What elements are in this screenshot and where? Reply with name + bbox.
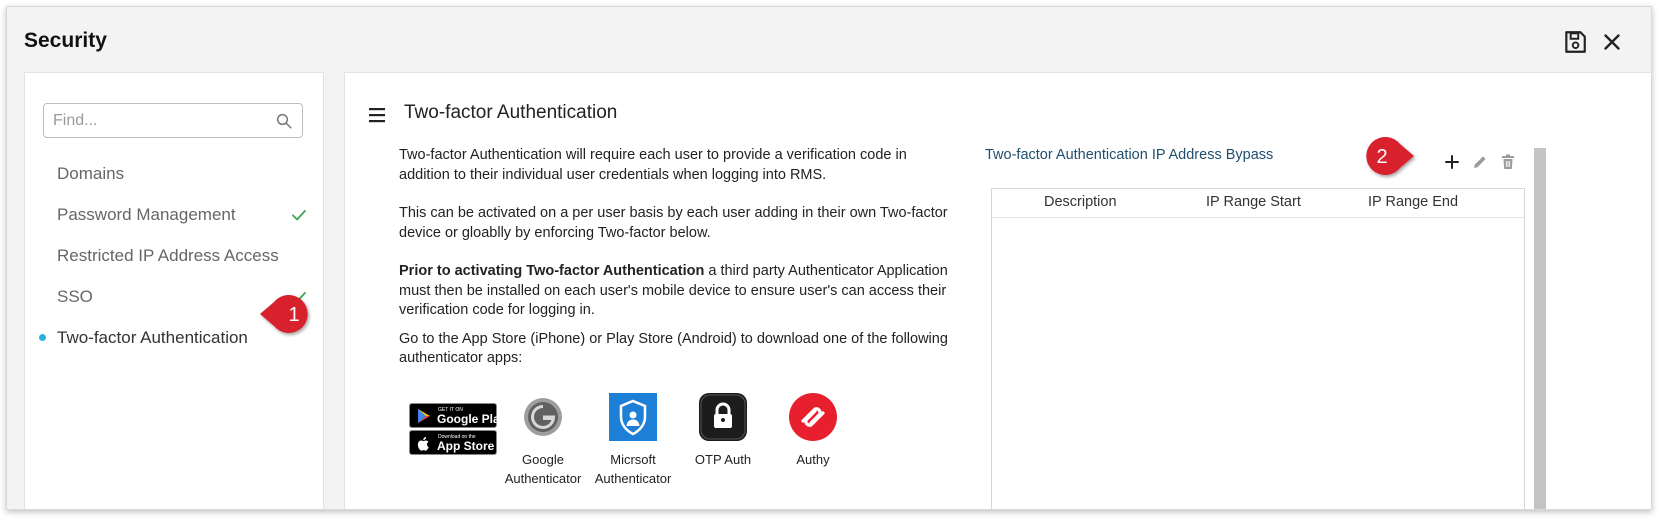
sidebar-item-label: Restricted IP Address Access xyxy=(57,246,279,265)
sidebar-item-domains[interactable]: Domains xyxy=(25,153,323,194)
microsoft-authenticator-icon xyxy=(609,393,657,441)
section-title: Two-factor Authentication xyxy=(404,102,618,123)
callout-number: 1 xyxy=(288,304,299,326)
app-store-badge[interactable]: Download on the App Store xyxy=(409,430,497,455)
google-authenticator-icon xyxy=(524,398,562,436)
sidebar-item-label: Two-factor Authentication xyxy=(57,328,248,347)
save-button[interactable] xyxy=(1562,29,1588,55)
ip-bypass-title: Two-factor Authentication IP Address Byp… xyxy=(985,147,1274,163)
pencil-icon xyxy=(1474,156,1486,168)
column-header-ip-range-end[interactable]: IP Range End xyxy=(1368,194,1458,210)
app-name: Authy xyxy=(796,452,830,467)
plus-icon xyxy=(1445,155,1459,169)
app-name: OTP Auth xyxy=(694,452,752,467)
add-button[interactable] xyxy=(1443,153,1461,171)
sidebar-item-password-management[interactable]: Password Management xyxy=(25,194,323,235)
authy-icon xyxy=(789,393,837,441)
callout-number: 2 xyxy=(1376,146,1387,168)
description-paragraph: Prior to activating Two-factor Authentic… xyxy=(399,262,959,321)
delete-button[interactable] xyxy=(1499,153,1517,171)
app-authy[interactable]: Authy xyxy=(768,393,858,469)
save-icon xyxy=(1565,31,1586,53)
sidebar-item-label: Domains xyxy=(57,164,125,183)
column-header-description[interactable]: Description xyxy=(1044,194,1117,210)
sidebar-item-label: Password Management xyxy=(57,205,236,224)
app-google-authenticator[interactable]: Google Authenticator xyxy=(498,393,588,488)
search-input[interactable] xyxy=(44,104,264,137)
two-factor-description: Two-factor Authentication will require e… xyxy=(399,146,959,388)
sidebar-item-restricted-ip-address-access[interactable]: Restricted IP Address Access xyxy=(25,235,323,276)
app-otp-auth[interactable]: OTP Auth xyxy=(678,393,768,469)
badge-big-text: App Store xyxy=(437,439,495,453)
active-indicator-dot xyxy=(39,334,46,341)
title-bar: Security xyxy=(7,7,1651,71)
hamburger-menu-icon[interactable] xyxy=(368,106,388,124)
sidebar-item-label: SSO xyxy=(57,287,93,306)
badge-big-text: Google Play xyxy=(437,412,507,426)
app-microsoft-authenticator[interactable]: Micrsoft Authenticator xyxy=(588,393,678,488)
trash-icon xyxy=(1502,154,1514,169)
description-paragraph: Go to the App Store (iPhone) or Play Sto… xyxy=(399,330,948,367)
close-icon xyxy=(1604,34,1620,50)
apple-icon xyxy=(417,436,429,451)
vertical-scrollbar[interactable] xyxy=(1534,148,1546,509)
search-icon[interactable] xyxy=(275,112,293,130)
security-window: Security Domains xyxy=(6,6,1652,510)
callout-badge-2: 2 xyxy=(1360,135,1414,177)
close-button[interactable] xyxy=(1599,29,1625,55)
app-name: Authenticator xyxy=(594,471,672,486)
check-icon xyxy=(292,209,306,221)
table-header: Description IP Range Start IP Range End xyxy=(992,189,1524,218)
sidebar: Domains Password Management Restricted I… xyxy=(24,72,324,509)
description-paragraph: This can be activated on a per user basi… xyxy=(399,205,948,241)
authenticator-apps: GET IT ON Google Play Download on the Ap… xyxy=(399,393,959,503)
app-name: Micrsoft xyxy=(610,452,656,467)
ip-bypass-table: Description IP Range Start IP Range End xyxy=(991,188,1525,509)
app-name: Google xyxy=(522,452,564,467)
otp-auth-lock-icon xyxy=(699,393,747,441)
find-box xyxy=(43,103,303,138)
main-panel: Two-factor Authentication Two-factor Aut… xyxy=(344,72,1651,509)
column-header-ip-range-start[interactable]: IP Range Start xyxy=(1206,194,1301,210)
description-paragraph: Two-factor Authentication will require e… xyxy=(399,147,907,183)
window-title: Security xyxy=(24,29,107,52)
google-play-icon xyxy=(418,409,430,423)
bold-text: Prior to activating Two-factor Authentic… xyxy=(399,263,705,279)
callout-badge-1: 1 xyxy=(260,293,314,335)
app-name: Authenticator xyxy=(504,471,582,486)
edit-button[interactable] xyxy=(1471,153,1489,171)
google-play-badge[interactable]: GET IT ON Google Play xyxy=(409,403,506,428)
